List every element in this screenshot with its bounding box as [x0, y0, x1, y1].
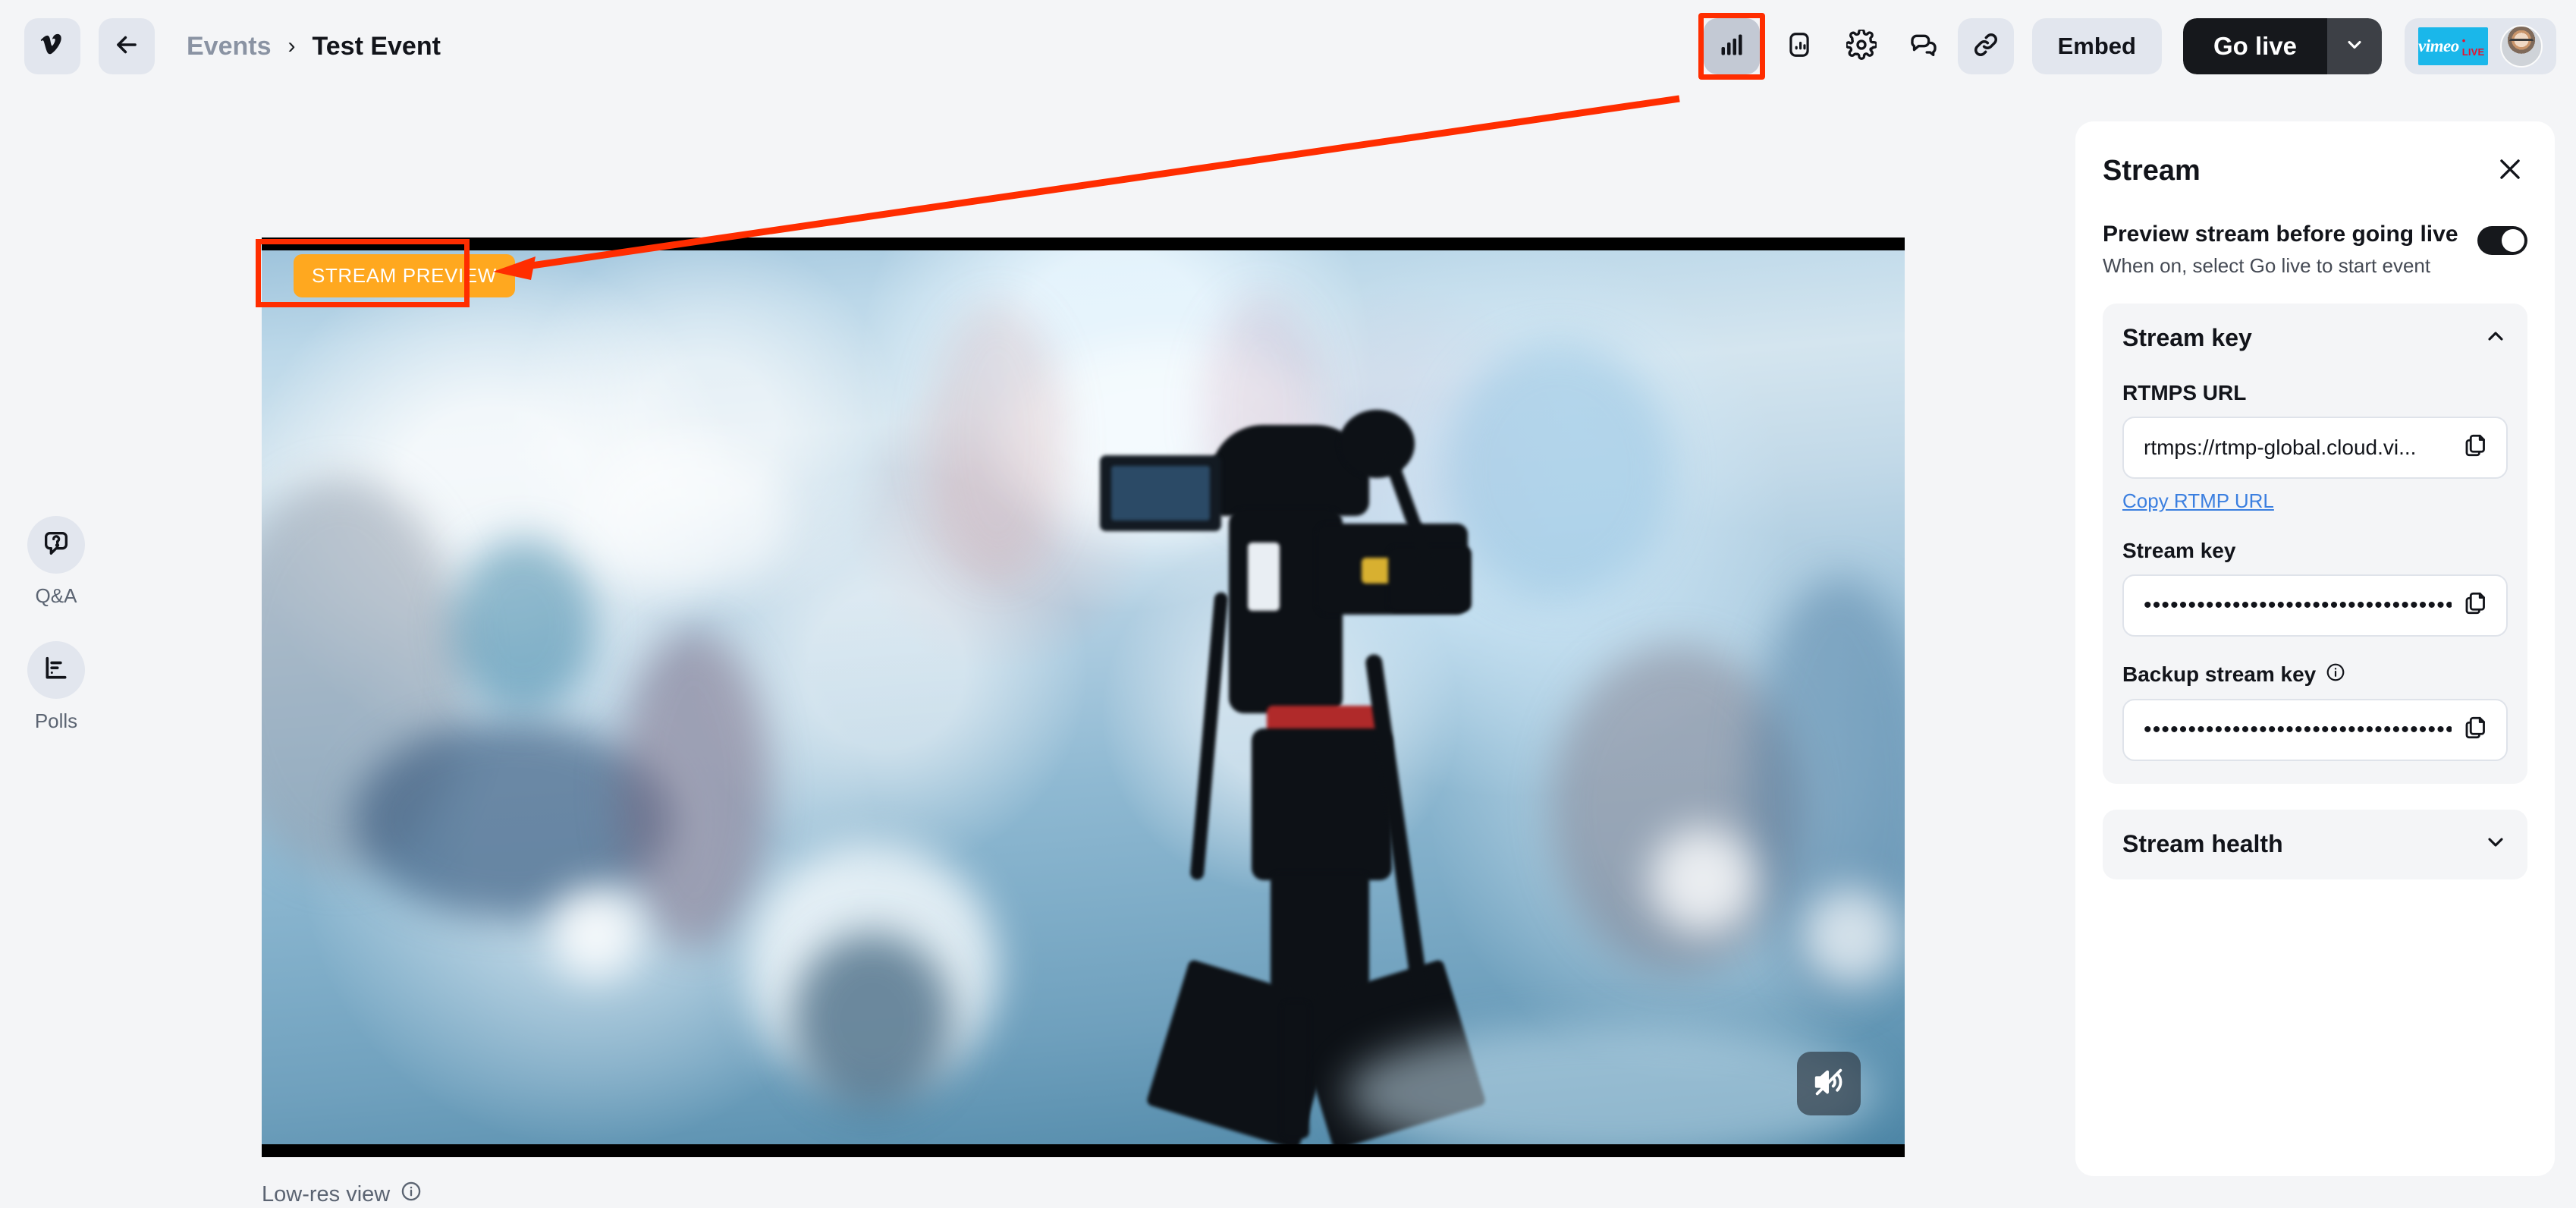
account-chip[interactable]: vimeo • LIVE: [2405, 18, 2556, 74]
rtmps-url-input[interactable]: rtmps://rtmp-global.cloud.vi...: [2122, 416, 2508, 479]
vimeo-logo-icon: [37, 31, 68, 62]
analytics-button[interactable]: [1703, 18, 1760, 74]
video-letterbox-bottom: [262, 1144, 1905, 1157]
analytics-bars-icon: [1718, 31, 1745, 62]
preview-stream-toggle[interactable]: [2477, 226, 2527, 255]
panel-title: Stream: [2103, 154, 2201, 187]
video-player[interactable]: STREAM PREVIEW: [262, 238, 1905, 1157]
chevron-down-icon[interactable]: [2483, 830, 2508, 858]
arrow-left-icon: [112, 30, 141, 63]
stream-key-input[interactable]: ••••••••••••••••••••••••••••••••••••••: [2122, 574, 2508, 637]
stream-key-label: Stream key: [2122, 539, 2508, 563]
sidebar-item-polls[interactable]: Polls: [27, 641, 85, 733]
rtmps-url-label-text: RTMPS URL: [2122, 380, 2247, 404]
link-icon: [1971, 30, 2000, 63]
go-live-button-group: Go live: [2182, 18, 2382, 74]
rtmps-url-label: RTMPS URL: [2122, 381, 2508, 405]
chat-button[interactable]: [1896, 18, 1952, 74]
poll-bars-icon: [41, 653, 71, 687]
embed-button[interactable]: Embed: [2031, 18, 2162, 74]
sidebar-item-label: Polls: [34, 709, 78, 732]
stats-panel-button[interactable]: [1771, 18, 1827, 74]
vimeo-logo-button[interactable]: [24, 18, 80, 74]
stream-health-section: Stream health: [2103, 809, 2527, 879]
stream-key-section-header[interactable]: Stream key: [2122, 304, 2508, 373]
preview-stream-text: Preview stream before going live When on…: [2103, 220, 2458, 278]
chat-bubbles-icon: [1908, 30, 1939, 64]
rtmps-url-field-group: RTMPS URL rtmps://rtmp-global.cloud.vi..…: [2122, 381, 2508, 513]
low-res-view-label: Low-res view: [262, 1181, 391, 1206]
vimeo-live-badge: vimeo • LIVE: [2418, 27, 2488, 65]
video-letterbox-top: [262, 238, 1905, 250]
question-bubble-icon: [41, 528, 71, 562]
breadcrumb-parent[interactable]: Events: [187, 32, 272, 61]
stats-panel-icon: [1785, 30, 1814, 63]
preview-stream-title: Preview stream before going live: [2103, 222, 2458, 247]
chevron-up-icon[interactable]: [2483, 324, 2508, 352]
top-bar: Events › Test Event Embed Go live vimeo …: [0, 0, 2576, 93]
preview-stream-subtitle: When on, select Go live to start event: [2103, 253, 2431, 277]
vimeo-badge-word: vimeo: [2418, 36, 2459, 55]
gear-icon: [1845, 27, 1878, 64]
go-live-dropdown-button[interactable]: [2327, 18, 2382, 74]
stream-health-section-header[interactable]: Stream health: [2122, 810, 2508, 879]
qa-button[interactable]: [27, 516, 85, 574]
copy-icon[interactable]: [2462, 714, 2490, 745]
info-icon[interactable]: [2326, 662, 2345, 687]
settings-button[interactable]: [1833, 18, 1890, 74]
rtmps-url-value: rtmps://rtmp-global.cloud.vi...: [2144, 435, 2417, 459]
stream-key-section: Stream key RTMPS URL rtmps://rtmp-global…: [2103, 303, 2527, 784]
polls-button[interactable]: [27, 641, 85, 699]
embed-button-label: Embed: [2057, 33, 2136, 59]
backup-stream-key-value: ••••••••••••••••••••••••••••••••••••••: [2144, 719, 2452, 740]
toggle-knob: [2502, 229, 2524, 252]
video-frame-image: [262, 250, 1905, 1157]
stream-health-section-title: Stream health: [2122, 830, 2283, 857]
copy-icon[interactable]: [2462, 590, 2490, 621]
copy-rtmp-url-link[interactable]: Copy RTMP URL: [2122, 489, 2274, 513]
backup-stream-key-label: Backup stream key: [2122, 662, 2508, 687]
stream-key-field-group: Stream key •••••••••••••••••••••••••••••…: [2122, 539, 2508, 637]
stream-key-section-title: Stream key: [2122, 324, 2252, 351]
breadcrumb-separator: ›: [287, 33, 296, 58]
stream-key-value: ••••••••••••••••••••••••••••••••••••••: [2144, 595, 2452, 615]
stream-panel: Stream Preview stream before going live …: [2075, 121, 2555, 1176]
camera-rig: [1089, 402, 1513, 1151]
panel-header: Stream: [2103, 121, 2527, 188]
breadcrumb-current: Test Event: [312, 31, 441, 61]
sidebar-item-qa[interactable]: Q&A: [27, 516, 85, 608]
back-button[interactable]: [99, 18, 155, 74]
vimeo-badge-live: • LIVE: [2461, 35, 2485, 58]
share-link-button[interactable]: [1957, 18, 2014, 74]
info-icon[interactable]: [401, 1181, 422, 1208]
copy-icon[interactable]: [2462, 432, 2490, 463]
sidebar-item-label: Q&A: [35, 584, 77, 607]
speaker-muted-icon: [1811, 1065, 1846, 1103]
avatar[interactable]: [2500, 25, 2543, 68]
left-rail: Q&A Polls: [0, 516, 112, 733]
go-live-button[interactable]: Go live: [2182, 18, 2327, 74]
stream-key-label-text: Stream key: [2122, 538, 2236, 562]
low-res-view-row: Low-res view: [262, 1181, 422, 1208]
top-bar-actions: Embed Go live vimeo • LIVE: [1698, 13, 2576, 80]
close-panel-button[interactable]: [2493, 153, 2527, 188]
breadcrumb: Events › Test Event: [187, 32, 441, 61]
go-live-label: Go live: [2213, 32, 2297, 60]
close-icon: [2496, 155, 2524, 187]
chevron-down-icon: [2344, 34, 2365, 59]
preview-stream-toggle-row: Preview stream before going live When on…: [2103, 220, 2527, 278]
backup-stream-key-field-group: Backup stream key ••••••••••••••••••••••…: [2122, 662, 2508, 761]
stream-preview-badge: STREAM PREVIEW: [294, 254, 515, 297]
analytics-button-wrapper: [1698, 13, 1765, 80]
mute-button[interactable]: [1797, 1052, 1861, 1115]
backup-stream-key-input[interactable]: ••••••••••••••••••••••••••••••••••••••: [2122, 698, 2508, 761]
backup-stream-key-label-text: Backup stream key: [2122, 662, 2317, 686]
